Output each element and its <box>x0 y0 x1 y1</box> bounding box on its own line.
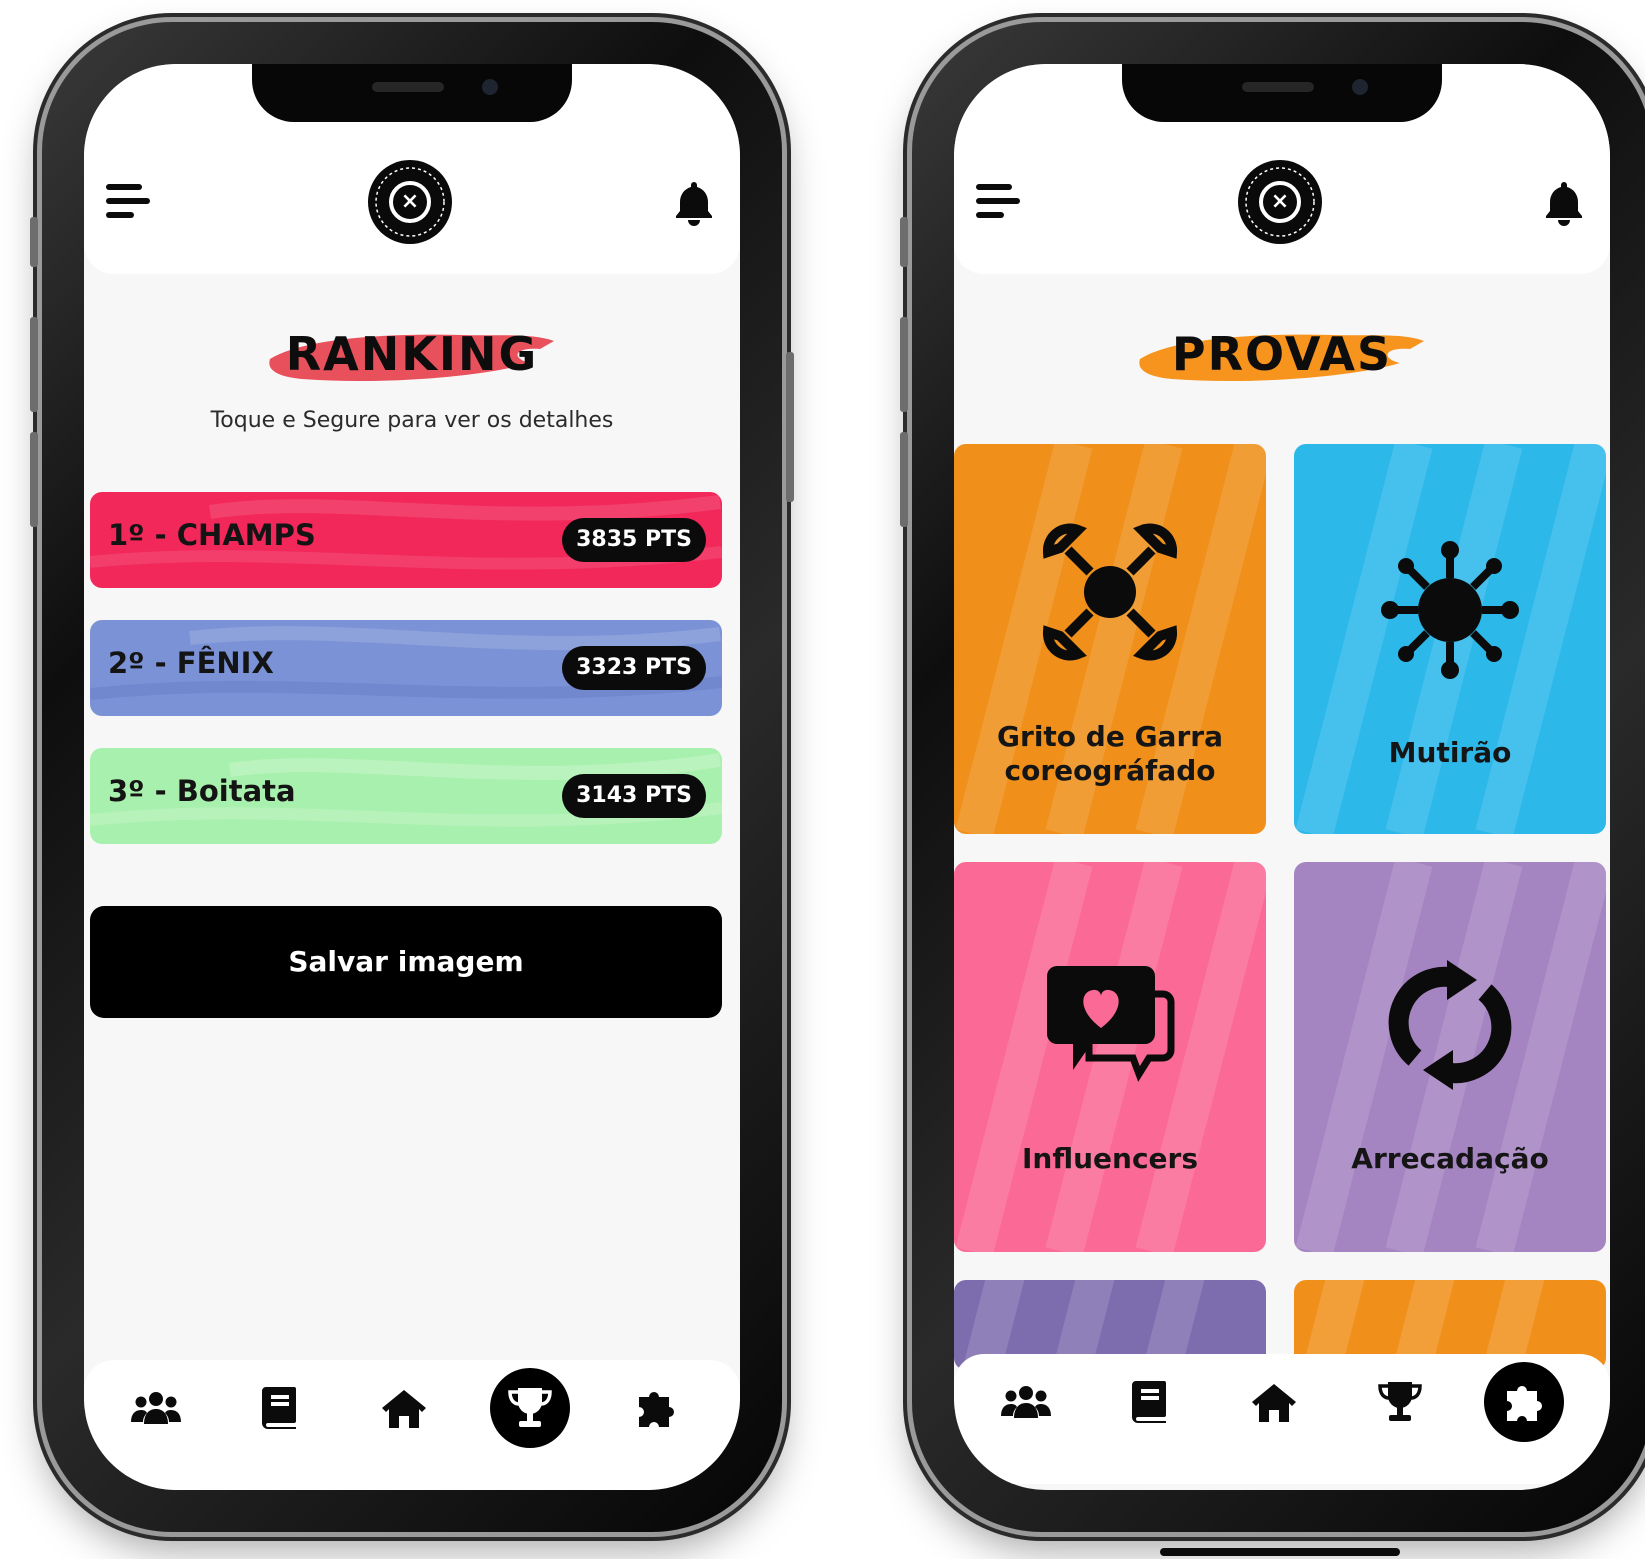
nav-book[interactable] <box>1110 1362 1190 1442</box>
phone-frame-ranking: × RANKING Toque e Segure para ver os det… <box>30 22 794 1532</box>
heart-chat-icon <box>1047 966 1175 1082</box>
puzzle-icon[interactable] <box>635 1387 677 1429</box>
trophy-icon[interactable] <box>1378 1380 1422 1424</box>
ranking-screen: × RANKING Toque e Segure para ver os det… <box>84 64 740 1490</box>
cycle-icon <box>1388 960 1512 1090</box>
virus-icon <box>1381 541 1519 679</box>
nav-trophy[interactable] <box>490 1368 570 1448</box>
nav-home[interactable] <box>364 1368 444 1448</box>
logo-ring-icon <box>1245 167 1315 237</box>
page-title: PROVAS <box>1171 327 1393 381</box>
notch <box>252 64 572 122</box>
drone-icon <box>1042 523 1178 661</box>
mute-switch <box>30 217 38 267</box>
provas-title-block: PROVAS <box>954 319 1610 389</box>
points-badge: 3835 PTS <box>562 518 706 562</box>
bell-icon[interactable] <box>674 180 714 226</box>
home-icon[interactable] <box>1251 1382 1297 1422</box>
prova-card-mutirao[interactable]: Mutirão <box>1294 444 1606 834</box>
nav-puzzle[interactable] <box>616 1368 696 1448</box>
trophy-icon[interactable] <box>508 1386 552 1430</box>
nav-trophy[interactable] <box>1360 1362 1440 1442</box>
ranking-row-label: 1º - CHAMPS <box>108 518 316 552</box>
nav-puzzle[interactable] <box>1484 1362 1564 1442</box>
provas-screen: × PROVAS Grito de Garra coreográfado Mut… <box>954 64 1610 1490</box>
notch <box>1122 64 1442 122</box>
volume-down-button <box>30 432 38 527</box>
card-label: Grito de Garra coreográfado <box>997 720 1223 787</box>
puzzle-icon[interactable] <box>1503 1381 1545 1423</box>
logo-ring-icon <box>375 167 445 237</box>
bottom-nav <box>84 1360 740 1490</box>
save-image-button[interactable]: Salvar imagem <box>90 906 722 1018</box>
ranking-row-label: 3º - Boitata <box>108 774 296 808</box>
volume-down-button <box>900 432 908 527</box>
book-icon[interactable] <box>262 1387 298 1429</box>
bottom-nav <box>954 1354 1610 1484</box>
gincana-logo: × <box>368 160 452 244</box>
home-indicator <box>1160 1548 1400 1556</box>
volume-up-button <box>30 317 38 412</box>
ranking-row-2[interactable]: 2º - FÊNIX 3323 PTS <box>90 620 722 716</box>
menu-icon[interactable] <box>106 184 152 220</box>
nav-home[interactable] <box>1234 1362 1314 1442</box>
people-icon[interactable] <box>1001 1384 1051 1420</box>
ranking-title-block: RANKING <box>84 319 740 389</box>
phone-frame-provas: × PROVAS Grito de Garra coreográfado Mut… <box>900 22 1645 1532</box>
ranking-row-label: 2º - FÊNIX <box>108 646 274 680</box>
book-icon[interactable] <box>1132 1381 1168 1423</box>
bell-icon[interactable] <box>1544 180 1584 226</box>
prova-card-arrecadacao[interactable]: Arrecadação <box>1294 862 1606 1252</box>
points-badge: 3143 PTS <box>562 774 706 818</box>
nav-book[interactable] <box>240 1368 320 1448</box>
card-label: Influencers <box>1021 1142 1199 1175</box>
volume-up-button <box>900 317 908 412</box>
nav-people[interactable] <box>986 1362 1066 1442</box>
ranking-subtitle: Toque e Segure para ver os detalhes <box>210 408 614 433</box>
ranking-row-3[interactable]: 3º - Boitata 3143 PTS <box>90 748 722 844</box>
home-icon[interactable] <box>381 1388 427 1428</box>
prova-card-influencers[interactable]: Influencers <box>954 862 1266 1252</box>
nav-people[interactable] <box>116 1368 196 1448</box>
people-icon[interactable] <box>131 1390 181 1426</box>
prova-card-grito-de-garra[interactable]: Grito de Garra coreográfado <box>954 444 1266 834</box>
menu-icon[interactable] <box>976 184 1022 220</box>
ranking-row-1[interactable]: 1º - CHAMPS 3835 PTS <box>90 492 722 588</box>
page-title: RANKING <box>285 327 539 381</box>
card-label: Arrecadação <box>1351 1142 1549 1175</box>
mute-switch <box>900 217 908 267</box>
card-label: Mutirão <box>1388 736 1512 769</box>
gincana-logo: × <box>1238 160 1322 244</box>
power-button <box>786 352 794 502</box>
points-badge: 3323 PTS <box>562 646 706 690</box>
